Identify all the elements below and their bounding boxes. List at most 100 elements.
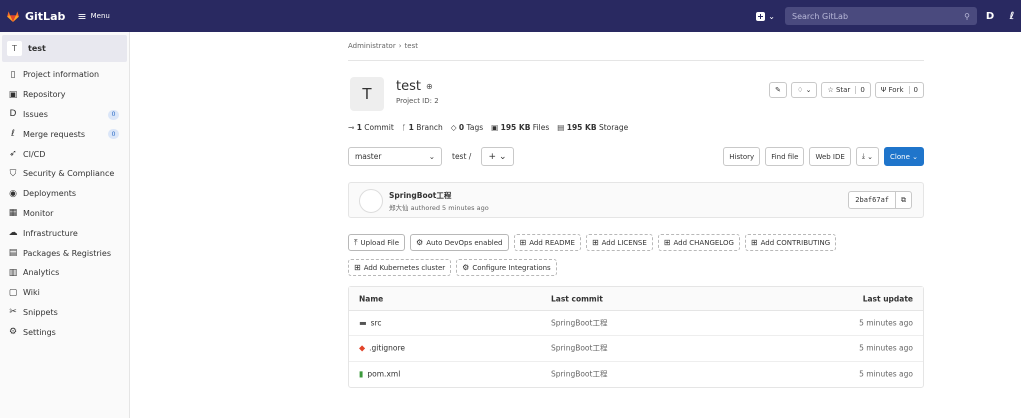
file-name-cell[interactable]: ▮ pom.xml [359, 370, 400, 379]
notification-button[interactable]: ♢ ⌄ [791, 82, 818, 98]
commits-count: 1 [356, 123, 362, 132]
add-readme-button[interactable]: ⊞ Add README [513, 234, 581, 251]
add-license-button[interactable]: ⊞ Add LICENSE [585, 234, 653, 251]
star-count[interactable]: 0 [855, 86, 865, 94]
new-dropdown-button[interactable]: ⌄ [756, 11, 775, 21]
search-input[interactable]: Search GitLab ⚲ [785, 7, 977, 25]
commit-sha[interactable]: 2baf67af [849, 196, 895, 204]
breadcrumb-root[interactable]: Administrator [348, 42, 396, 50]
sidebar-item-label: Snippets [23, 307, 58, 317]
copy-sha-button[interactable]: ⧉ [895, 192, 911, 208]
repo-path-root[interactable]: test [452, 152, 466, 161]
files-label: Files [532, 123, 550, 132]
tags-label: Tags [466, 123, 484, 132]
file-last-update: 5 minutes ago [859, 343, 913, 353]
quick-action-label: Auto DevOps enabled [426, 238, 503, 247]
sidebar-item-label: Issues [23, 109, 48, 119]
sidebar-item-merge-requests[interactable]: ℓ Merge requests 0 [0, 124, 129, 144]
sidebar-item-snippets[interactable]: ✂ Snippets [0, 303, 129, 323]
branch-selector[interactable]: master ⌄ [348, 147, 442, 166]
add-kubernetes-cluster-button[interactable]: ⊞ Add Kubernetes cluster [348, 259, 452, 276]
sidebar-project-header[interactable]: T test [2, 35, 127, 62]
star-button[interactable]: ☆ Star 0 [821, 82, 871, 98]
branches-stat[interactable]: ᚴ 1 Branch [402, 123, 443, 132]
sidebar-item-label: Infrastructure [23, 228, 78, 238]
history-button[interactable]: History [723, 147, 761, 166]
chevron-down-icon: ⌄ [867, 152, 874, 161]
file-name: .gitignore [369, 343, 406, 353]
project-settings-button[interactable]: ✎ [769, 82, 788, 98]
quick-action-label: Add README [529, 238, 575, 247]
commit-title[interactable]: SpringBoot工程 [389, 190, 451, 201]
table-row[interactable]: ▬ src SpringBoot工程 5 minutes ago [349, 311, 923, 337]
plus-icon: + [488, 151, 497, 162]
files-stat[interactable]: ▣ 195 KB Files [491, 123, 549, 132]
breadcrumb-divider [348, 60, 924, 61]
branches-label: Branch [416, 123, 443, 132]
file-last-commit[interactable]: SpringBoot工程 [551, 318, 607, 329]
gitlab-tanuki-icon [7, 11, 19, 22]
gitlab-logo[interactable]: GitLab [6, 9, 65, 23]
table-row[interactable]: ▮ pom.xml SpringBoot工程 5 minutes ago [349, 362, 923, 387]
sidebar-item-project-information[interactable]: ▯ Project information [0, 65, 129, 85]
sidebar-item-infrastructure[interactable]: ☁ Infrastructure [0, 223, 129, 243]
commit-author-avatar[interactable] [359, 189, 383, 213]
sidebar-item-analytics[interactable]: ▥ Analytics [0, 263, 129, 283]
download-button[interactable]: ⤓ ⌄ [855, 147, 880, 166]
folder-icon: ▬ [359, 318, 367, 328]
fork-button[interactable]: Ψ Fork 0 [874, 82, 924, 98]
file-last-commit[interactable]: SpringBoot工程 [551, 343, 607, 354]
chevron-down-icon: ⌄ [428, 152, 435, 161]
repo-toolbar: master ⌄ test / + ⌄ History Find file We… [348, 147, 924, 166]
issues-nav-icon[interactable]: D [981, 11, 999, 22]
commit-sha-group: 2baf67af ⧉ [848, 191, 912, 209]
sidebar-item-security-compliance[interactable]: ⛉ Security & Compliance [0, 164, 129, 184]
plus-square-icon: ⊞ [663, 238, 671, 247]
auto-devops-button[interactable]: ⚙ Auto DevOps enabled [410, 234, 509, 251]
globe-icon: ⊕ [425, 82, 433, 91]
merge-requests-nav-icon[interactable]: ℓ [1003, 11, 1021, 22]
file-last-commit[interactable]: SpringBoot工程 [551, 369, 607, 380]
commits-stat[interactable]: ⊸ 1 Commit [348, 123, 394, 132]
fork-count[interactable]: 0 [908, 86, 918, 94]
file-name-cell[interactable]: ▬ src [359, 319, 382, 328]
sidebar-item-issues[interactable]: D Issues 0 [0, 105, 129, 125]
sidebar-item-monitor[interactable]: ▦ Monitor [0, 204, 129, 224]
menu-button[interactable]: ≡ Menu [77, 10, 109, 23]
clone-button[interactable]: Clone ⌄ [884, 147, 924, 166]
sidebar-item-wiki[interactable]: ▢ Wiki [0, 283, 129, 303]
sidebar-project-name: test [28, 44, 46, 53]
quick-action-label: Add Kubernetes cluster [363, 263, 446, 272]
sidebar-item-ci-cd[interactable]: ➶ CI/CD [0, 144, 129, 164]
table-row[interactable]: ◆ .gitignore SpringBoot工程 5 minutes ago [349, 336, 923, 362]
sidebar-item-packages-registries[interactable]: ▤ Packages & Registries [0, 243, 129, 263]
add-to-tree-button[interactable]: + ⌄ [481, 147, 514, 166]
toolbar-right-actions: History Find file Web IDE ⤓ ⌄ Clone ⌄ [723, 147, 924, 166]
add-contributing-button[interactable]: ⊞ Add CONTRIBUTING [744, 234, 837, 251]
tags-count: 0 [458, 123, 465, 132]
sidebar-item-deployments[interactable]: ◉ Deployments [0, 184, 129, 204]
sidebar-item-settings[interactable]: ⚙ Settings [0, 322, 129, 342]
quick-action-label: Add CONTRIBUTING [760, 238, 831, 247]
web-ide-button[interactable]: Web IDE [809, 147, 851, 166]
sidebar-item-label: Wiki [23, 288, 40, 298]
sidebar-item-label: Deployments [23, 189, 77, 199]
upload-file-button[interactable]: ⤒ Upload File [348, 234, 406, 251]
wiki-icon: ▢ [8, 287, 18, 298]
search-placeholder: Search GitLab [792, 11, 849, 21]
configure-integrations-button[interactable]: ⚙ Configure Integrations [456, 259, 557, 276]
project-title: test ⊕ [396, 79, 433, 94]
storage-stat[interactable]: ▤ 195 KB Storage [557, 123, 628, 132]
last-commit-column-header: Last commit [551, 294, 603, 303]
quick-action-label: Add LICENSE [601, 238, 647, 247]
add-changelog-button[interactable]: ⊞ Add CHANGELOG [657, 234, 740, 251]
breadcrumb-current[interactable]: test [405, 42, 418, 50]
git-file-icon: ◆ [359, 343, 366, 353]
file-name-cell[interactable]: ◆ .gitignore [359, 344, 405, 353]
find-file-button[interactable]: Find file [765, 147, 805, 166]
tags-stat[interactable]: ◇ 0 Tags [451, 123, 483, 132]
hamburger-icon: ≡ [77, 9, 87, 23]
sidebar-item-repository[interactable]: ▣ Repository [0, 85, 129, 105]
gear-icon: ⚙ [462, 263, 470, 272]
file-icon: ▣ [491, 123, 499, 132]
